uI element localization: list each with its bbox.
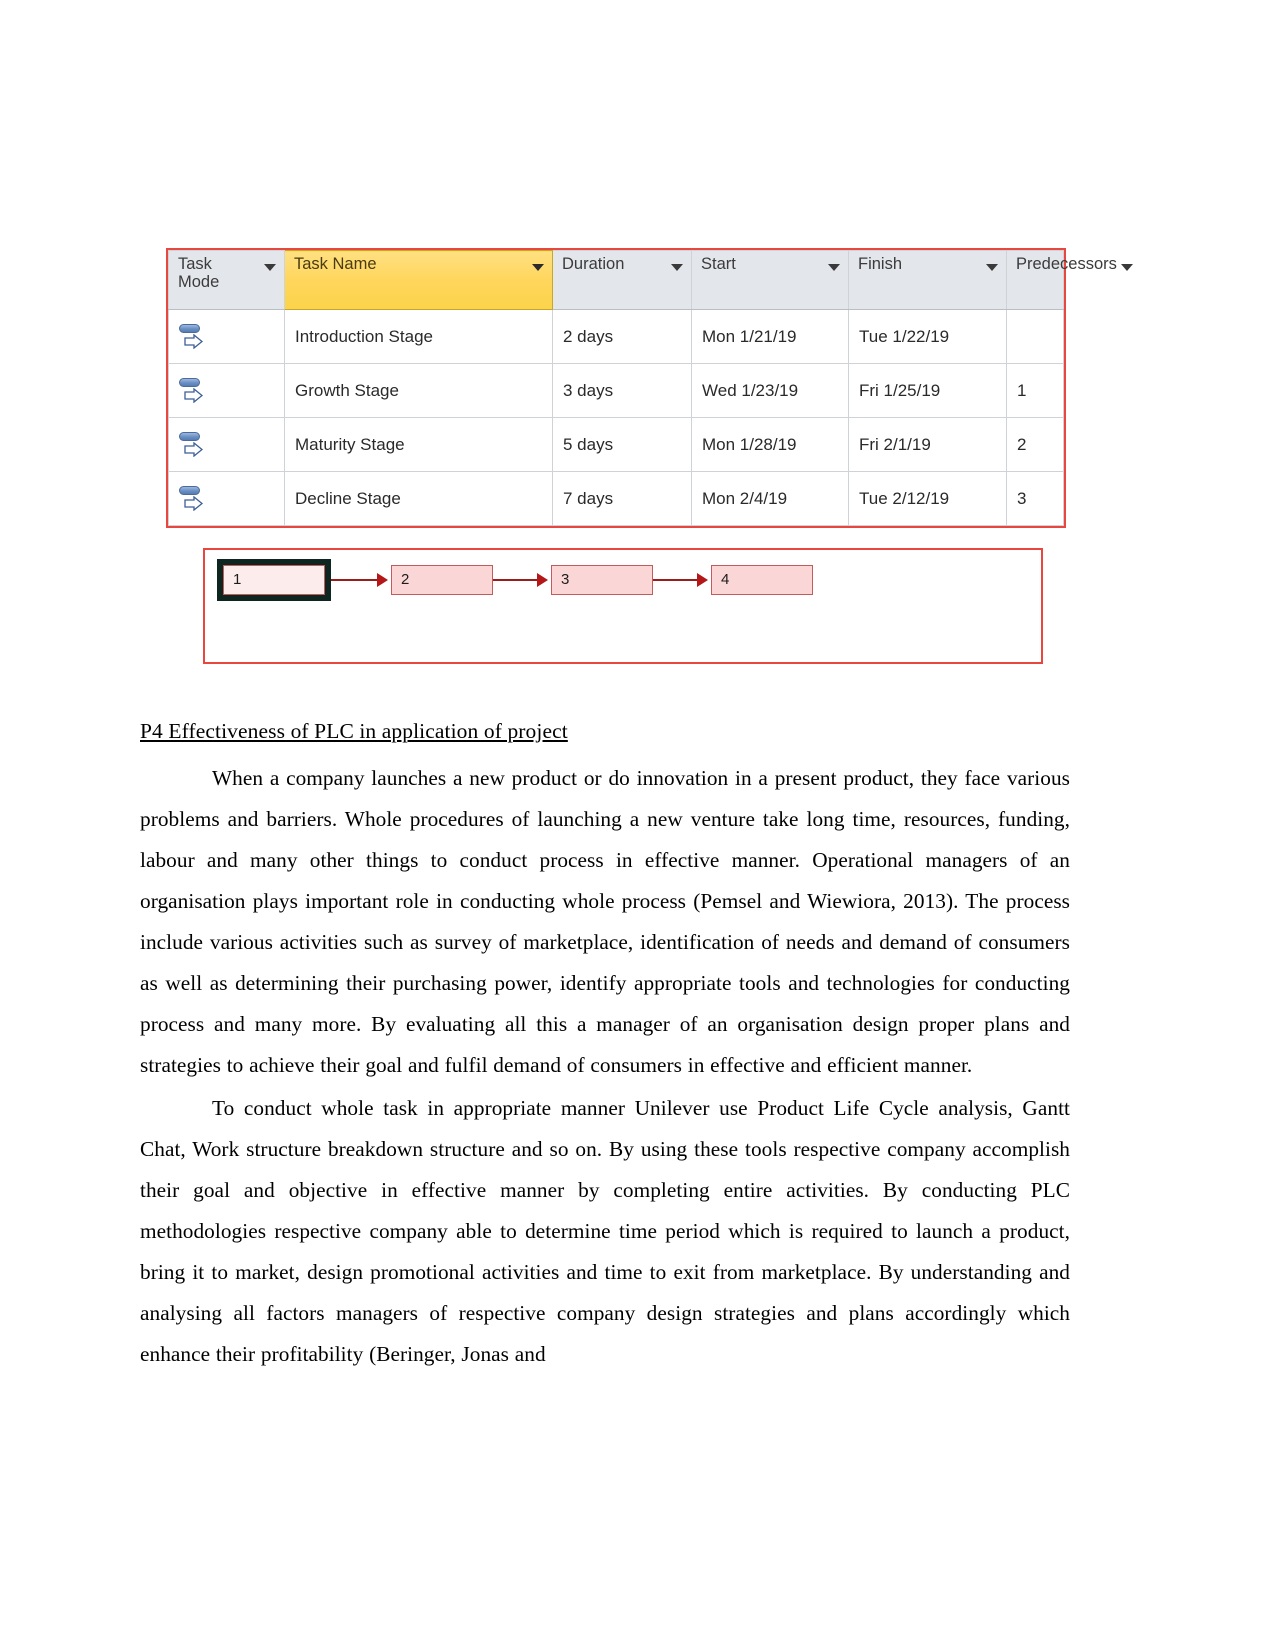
column-header-finish[interactable]: Finish — [848, 250, 1007, 310]
chevron-down-icon[interactable] — [828, 264, 840, 271]
column-header-label: Task Mode — [178, 255, 220, 292]
auto-scheduled-bar — [179, 485, 200, 495]
cell-predecessors[interactable]: 3 — [1006, 471, 1064, 526]
body-paragraph-2: To conduct whole task in appropriate man… — [140, 1095, 1070, 1366]
cell-task-mode[interactable] — [168, 471, 285, 526]
cell-start[interactable]: Mon 1/21/19 — [691, 309, 849, 364]
column-header-task-name[interactable]: Task Name — [284, 250, 553, 310]
cell-start[interactable]: Wed 1/23/19 — [691, 363, 849, 418]
cell-duration[interactable]: 3 days — [552, 363, 692, 418]
column-header-label: Duration — [562, 255, 625, 273]
network-node-label: 3 — [561, 571, 570, 588]
cell-task-mode[interactable] — [168, 363, 285, 418]
column-header-predecessors[interactable]: Predecessors — [1006, 250, 1133, 310]
network-node-label: 2 — [401, 571, 410, 588]
cell-finish[interactable]: Tue 1/22/19 — [848, 309, 1007, 364]
network-link-3-4 — [653, 579, 699, 581]
network-node-label: 1 — [233, 571, 242, 588]
chevron-down-icon[interactable] — [264, 264, 276, 271]
network-node-1[interactable]: 1 — [217, 559, 331, 601]
document-text-area: P4 Effectiveness of PLC in application o… — [140, 718, 1070, 1377]
cell-task-name[interactable]: Decline Stage — [284, 471, 553, 526]
cell-finish[interactable]: Tue 2/12/19 — [848, 471, 1007, 526]
cell-task-name[interactable]: Maturity Stage — [284, 417, 553, 472]
cell-start[interactable]: Mon 2/4/19 — [691, 471, 849, 526]
network-node-4[interactable]: 4 — [711, 565, 813, 595]
project-task-table-screenshot: Task Mode Task Name Duration Start Finis… — [166, 248, 1133, 528]
project-task-table: Task Mode Task Name Duration Start Finis… — [168, 250, 1133, 526]
column-header-label: Finish — [858, 255, 903, 273]
network-link-2-3 — [493, 579, 539, 581]
cell-duration[interactable]: 7 days — [552, 471, 692, 526]
chevron-down-icon[interactable] — [671, 264, 683, 271]
section-heading: P4 Effectiveness of PLC in application o… — [140, 719, 568, 743]
column-header-task-mode[interactable]: Task Mode — [168, 250, 285, 310]
auto-scheduled-icon[interactable] — [179, 430, 205, 460]
auto-scheduled-icon[interactable] — [179, 322, 205, 352]
cell-predecessors[interactable]: 1 — [1006, 363, 1064, 418]
network-node-2[interactable]: 2 — [391, 565, 493, 595]
auto-scheduled-bar — [179, 323, 200, 333]
auto-scheduled-bar — [179, 431, 200, 441]
cell-finish[interactable]: Fri 1/25/19 — [848, 363, 1007, 418]
table-row[interactable]: Maturity Stage 5 days Mon 1/28/19 Fri 2/… — [168, 417, 1064, 472]
cell-task-mode[interactable] — [168, 309, 285, 364]
table-row[interactable]: Introduction Stage 2 days Mon 1/21/19 Tu… — [168, 309, 1064, 364]
column-header-label: Predecessors — [1016, 255, 1117, 273]
document-page: Task Mode Task Name Duration Start Finis… — [0, 0, 1275, 1651]
auto-scheduled-icon[interactable] — [179, 484, 205, 514]
cell-predecessors[interactable] — [1006, 309, 1064, 364]
cell-task-name[interactable]: Introduction Stage — [284, 309, 553, 364]
cell-task-mode[interactable] — [168, 417, 285, 472]
network-node-label: 4 — [721, 571, 730, 588]
cell-finish[interactable]: Fri 2/1/19 — [848, 417, 1007, 472]
table-row[interactable]: Growth Stage 3 days Wed 1/23/19 Fri 1/25… — [168, 363, 1064, 418]
column-header-label: Start — [701, 255, 736, 273]
network-node-3[interactable]: 3 — [551, 565, 653, 595]
cell-start[interactable]: Mon 1/28/19 — [691, 417, 849, 472]
auto-scheduled-arrow — [184, 441, 203, 457]
auto-scheduled-arrow — [184, 387, 203, 403]
column-header-start[interactable]: Start — [691, 250, 849, 310]
auto-scheduled-icon[interactable] — [179, 376, 205, 406]
body-paragraph-1: When a company launches a new product or… — [140, 765, 1070, 1077]
network-diagram-canvas: 1 2 3 4 — [205, 550, 1041, 662]
column-header-label: Task Name — [294, 255, 377, 273]
auto-scheduled-arrow — [184, 495, 203, 511]
column-header-duration[interactable]: Duration — [552, 250, 692, 310]
auto-scheduled-arrow — [184, 333, 203, 349]
chevron-down-icon[interactable] — [1120, 264, 1133, 271]
auto-scheduled-bar — [179, 377, 200, 387]
cell-duration[interactable]: 2 days — [552, 309, 692, 364]
chevron-down-icon[interactable] — [986, 264, 998, 271]
network-diagram-screenshot: 1 2 3 4 — [203, 548, 1043, 664]
table-row[interactable]: Decline Stage 7 days Mon 2/4/19 Tue 2/12… — [168, 471, 1064, 526]
cell-predecessors[interactable]: 2 — [1006, 417, 1064, 472]
network-arrowhead-3-4 — [697, 573, 708, 587]
network-arrowhead-1-2 — [377, 573, 388, 587]
network-arrowhead-2-3 — [537, 573, 548, 587]
table-header-row: Task Mode Task Name Duration Start Finis… — [168, 250, 1133, 310]
cell-task-name[interactable]: Growth Stage — [284, 363, 553, 418]
cell-duration[interactable]: 5 days — [552, 417, 692, 472]
table-body: Introduction Stage 2 days Mon 1/21/19 Tu… — [168, 309, 1064, 526]
chevron-down-icon[interactable] — [532, 264, 544, 271]
network-link-1-2 — [331, 579, 379, 581]
